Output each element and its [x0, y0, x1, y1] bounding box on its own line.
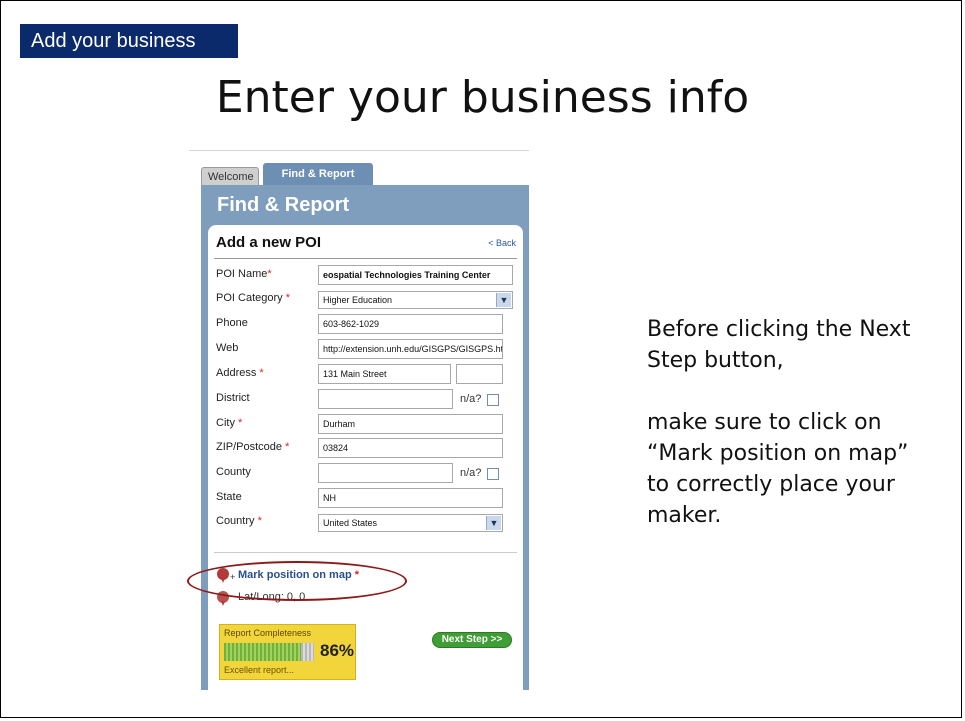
back-link[interactable]: < Back — [488, 238, 516, 248]
section-label: Add your business — [20, 24, 238, 58]
tab-find-report[interactable]: Find & Report — [263, 163, 373, 185]
dropdown-arrow-icon: ▼ — [496, 293, 511, 307]
dropdown-arrow-icon: ▼ — [486, 516, 501, 530]
zip-label: ZIP/Postcode * — [216, 441, 290, 453]
district-label: District — [216, 392, 250, 404]
find-report-panel: Find & Report Add a new POI < Back POI N… — [201, 185, 529, 690]
address-line2-input[interactable] — [456, 364, 503, 384]
district-na-checkbox[interactable] — [487, 394, 499, 406]
add-poi-form: Add a new POI < Back POI Name* eospatial… — [208, 225, 523, 690]
divider — [214, 258, 517, 259]
city-label: City * — [216, 417, 243, 429]
phone-label: Phone — [216, 317, 248, 329]
district-input[interactable] — [318, 389, 453, 409]
country-select[interactable]: United States ▼ — [318, 514, 503, 532]
address-input[interactable]: 131 Main Street — [318, 364, 451, 384]
poi-category-select[interactable]: Higher Education ▼ — [318, 291, 513, 309]
app-screenshot: Welcome Find & Report Find & Report Add … — [189, 150, 529, 690]
district-na-label: n/a? — [460, 393, 482, 405]
completeness-percent: 86% — [320, 641, 355, 660]
instruction-text: Before clicking the Next Step button, ma… — [647, 314, 937, 531]
address-label: Address * — [216, 367, 264, 379]
next-step-button[interactable]: Next Step >> — [432, 632, 512, 648]
phone-input[interactable]: 603-862-1029 — [318, 314, 503, 334]
divider — [214, 552, 517, 553]
instruction-paragraph-1: Before clicking the Next Step button, — [647, 317, 911, 373]
poi-name-input[interactable]: eospatial Technologies Training Center — [318, 265, 513, 285]
web-label: Web — [216, 342, 239, 354]
report-completeness: Report Completeness 86% Excellent report… — [219, 624, 356, 680]
state-label: State — [216, 491, 242, 503]
panel-title: Find & Report — [217, 194, 350, 216]
county-na-checkbox[interactable] — [487, 468, 499, 480]
zip-input[interactable]: 03824 — [318, 438, 503, 458]
completeness-bar — [224, 643, 301, 661]
completeness-note: Excellent report... — [224, 665, 295, 675]
county-label: County — [216, 466, 251, 478]
poi-name-label: POI Name* — [216, 268, 272, 280]
slide-title: Enter your business info — [215, 72, 750, 123]
tab-welcome[interactable]: Welcome — [201, 167, 259, 185]
web-input[interactable]: http://extension.unh.edu/GISGPS/GISGPS.h… — [318, 339, 503, 359]
form-heading: Add a new POI — [216, 234, 322, 251]
poi-category-label: POI Category * — [216, 292, 290, 304]
city-input[interactable]: Durham — [318, 414, 503, 434]
country-label: Country * — [216, 515, 262, 527]
completeness-bar-remainder — [301, 643, 314, 661]
completeness-title: Report Completeness — [224, 628, 312, 638]
state-input[interactable]: NH — [318, 488, 503, 508]
county-input[interactable] — [318, 463, 453, 483]
county-na-label: n/a? — [460, 467, 482, 479]
highlight-circle — [187, 561, 407, 601]
divider — [189, 150, 529, 151]
instruction-paragraph-2: make sure to click on “Mark position on … — [647, 410, 909, 528]
